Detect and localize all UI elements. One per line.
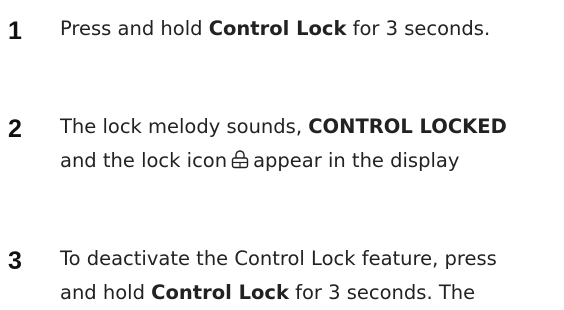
instruction-text: To deactivate the Control Lock feature, … (60, 247, 497, 270)
instruction-text: for 3 seconds. (346, 17, 491, 40)
display-message-control-locked: CONTROL LOCKED (308, 115, 507, 138)
button-name-control-lock: Control Lock (151, 281, 289, 304)
button-name-control-lock: Control Lock (208, 17, 347, 40)
step-instruction: The lock melody sounds, CONTROL LOCKED an… (60, 110, 560, 180)
instruction-text: appear in the display (253, 149, 460, 172)
step-instruction: Press and hold Control Lock for 3 second… (60, 12, 560, 46)
step-number: 2 (8, 115, 22, 143)
instruction-text: for 3 seconds. The (288, 281, 476, 304)
step-number: 1 (8, 17, 22, 45)
instruction-text: and the lock icon (60, 149, 228, 172)
step-instruction: To deactivate the Control Lock feature, … (60, 242, 560, 310)
lock-icon (231, 146, 249, 180)
step-number: 3 (8, 247, 22, 275)
instruction-text: Press and hold (60, 17, 209, 40)
instruction-text: The lock melody sounds, (60, 115, 309, 138)
instruction-text: and hold (60, 281, 152, 304)
